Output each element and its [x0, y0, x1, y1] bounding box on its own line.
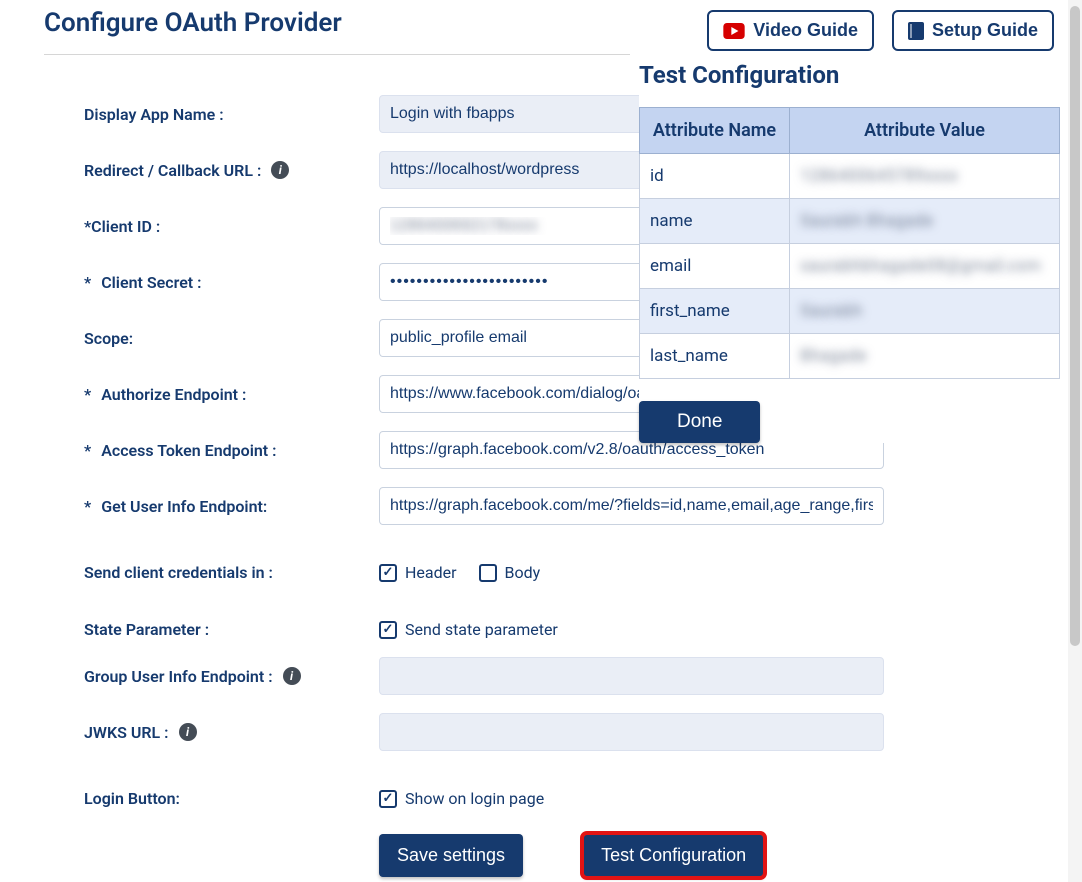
client-secret-asterisk: *: [84, 273, 91, 292]
col-attribute-value: Attribute Value: [790, 108, 1060, 154]
info-icon[interactable]: i: [271, 161, 289, 179]
table-row: last_nameBhagade: [640, 334, 1060, 379]
client-secret-label[interactable]: Client Secret :: [101, 273, 201, 292]
attr-value-cell: Saurabh Bhagade: [790, 199, 1060, 244]
user-info-input[interactable]: [379, 487, 884, 525]
attr-name-cell: last_name: [640, 334, 790, 379]
table-row: id1286400645789xxxx: [640, 154, 1060, 199]
table-row: emailsaurabhbhagade08@gmail.com: [640, 244, 1060, 289]
show-login-checkbox[interactable]: [379, 790, 397, 808]
attr-name-cell: email: [640, 244, 790, 289]
jwks-url-input[interactable]: [379, 713, 884, 751]
setup-guide-button[interactable]: Setup Guide: [892, 10, 1054, 51]
state-param-checkbox[interactable]: [379, 621, 397, 639]
attr-value-cell: Saurabh: [790, 289, 1060, 334]
save-settings-button[interactable]: Save settings: [379, 834, 523, 877]
info-icon[interactable]: i: [283, 667, 301, 685]
attr-value-cell: Bhagade: [790, 334, 1060, 379]
access-token-label[interactable]: Access Token Endpoint :: [101, 441, 276, 460]
jwks-url-label: JWKS URL :: [84, 723, 169, 742]
user-info-label[interactable]: Get User Info Endpoint:: [101, 497, 267, 516]
attr-name-cell: name: [640, 199, 790, 244]
redirect-url-label: Redirect / Callback URL :: [84, 161, 261, 180]
creds-header-label: Header: [405, 563, 457, 582]
test-configuration-button[interactable]: Test Configuration: [583, 834, 764, 877]
attribute-table: Attribute Name Attribute Value id1286400…: [639, 107, 1060, 379]
video-guide-label: Video Guide: [753, 20, 858, 41]
attr-name-cell: first_name: [640, 289, 790, 334]
group-user-info-label: Group User Info Endpoint :: [84, 667, 273, 686]
table-row: nameSaurabh Bhagade: [640, 199, 1060, 244]
group-user-info-input[interactable]: [379, 657, 884, 695]
state-param-label: State Parameter :: [44, 620, 379, 639]
col-attribute-name: Attribute Name: [640, 108, 790, 154]
done-button[interactable]: Done: [639, 401, 760, 443]
user-info-asterisk: *: [84, 497, 91, 516]
attr-value-cell: 1286400645789xxxx: [790, 154, 1060, 199]
scope-label: Scope:: [44, 329, 379, 348]
authorize-endpoint-asterisk: *: [84, 385, 91, 404]
display-app-name-label: Display App Name :: [44, 105, 379, 124]
book-icon: [908, 22, 924, 40]
creds-header-checkbox[interactable]: [379, 564, 397, 582]
test-configuration-panel: Test Configuration Attribute Name Attrib…: [639, 61, 1060, 443]
creds-body-label: Body: [505, 563, 541, 582]
attr-value-cell: saurabhbhagade08@gmail.com: [790, 244, 1060, 289]
access-token-asterisk: *: [84, 441, 91, 460]
client-id-label: *Client ID :: [44, 217, 379, 236]
state-param-opt-label: Send state parameter: [405, 620, 558, 639]
youtube-icon: [723, 23, 745, 39]
attr-name-cell: id: [640, 154, 790, 199]
authorize-endpoint-label[interactable]: Authorize Endpoint :: [101, 385, 246, 404]
video-guide-button[interactable]: Video Guide: [707, 10, 874, 51]
login-button-label: Login Button:: [44, 789, 379, 808]
show-login-label: Show on login page: [405, 789, 544, 808]
test-panel-title: Test Configuration: [639, 61, 1060, 89]
setup-guide-label: Setup Guide: [932, 20, 1038, 41]
creds-body-checkbox[interactable]: [479, 564, 497, 582]
info-icon[interactable]: i: [179, 723, 197, 741]
table-row: first_nameSaurabh: [640, 289, 1060, 334]
page-title: Configure OAuth Provider: [44, 8, 630, 55]
send-creds-label: Send client credentials in :: [44, 563, 379, 582]
